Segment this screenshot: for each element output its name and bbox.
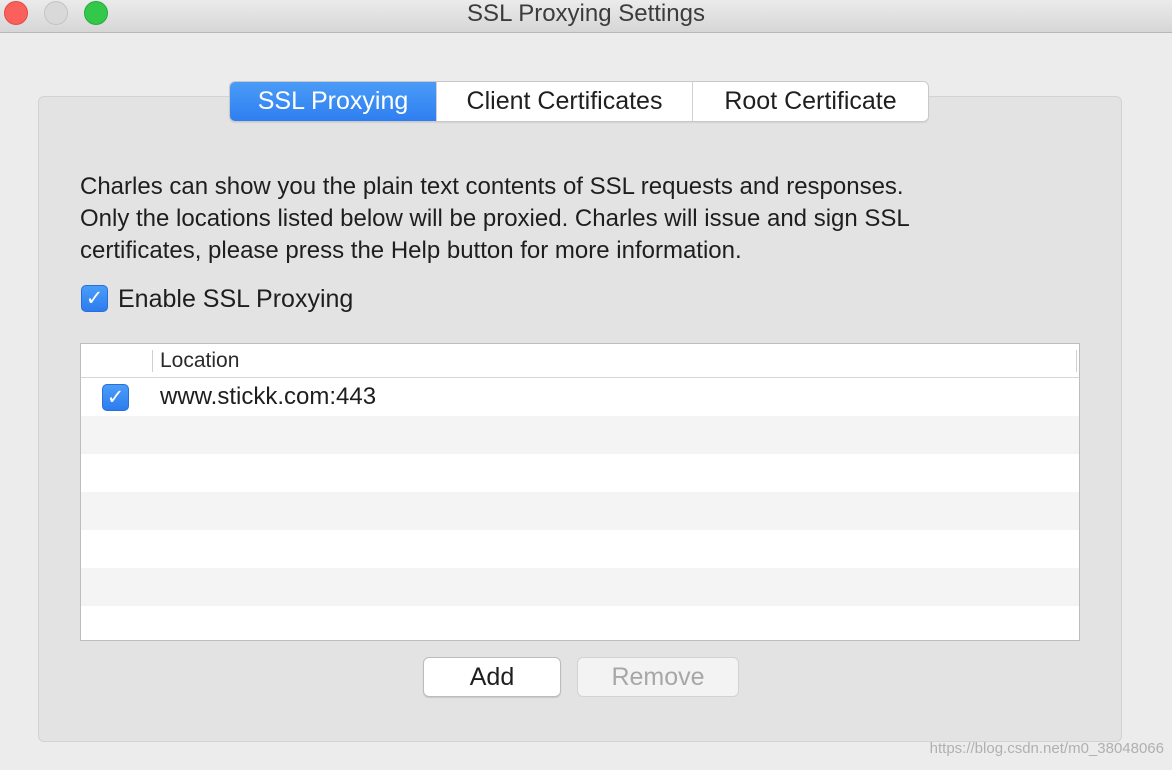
remove-button[interactable]: Remove <box>577 657 739 697</box>
empty-row <box>81 416 1079 454</box>
enable-ssl-proxying-label[interactable]: Enable SSL Proxying <box>118 283 353 315</box>
enable-ssl-proxying-checkbox[interactable]: ✓ <box>81 285 108 312</box>
tab-root-certificate[interactable]: Root Certificate <box>692 82 928 121</box>
description-line: Charles can show you the plain text cont… <box>80 173 904 200</box>
description-line: Only the locations listed below will be … <box>80 205 910 232</box>
empty-row <box>81 454 1079 492</box>
empty-row <box>81 606 1079 640</box>
table-row[interactable]: ✓ www.stickk.com:443 <box>81 378 1079 416</box>
table-header: Location <box>81 344 1079 378</box>
locations-table: Location ✓ www.stickk.com:443 <box>80 343 1080 641</box>
empty-row <box>81 530 1079 568</box>
column-header-location[interactable]: Location <box>160 347 239 375</box>
location-cell: www.stickk.com:443 <box>160 383 377 410</box>
title-bar: SSL Proxying Settings <box>0 0 1172 33</box>
description-text: Charles can show you the plain text cont… <box>80 171 1080 267</box>
row-enabled-checkbox[interactable]: ✓ <box>102 384 129 411</box>
column-separator[interactable] <box>152 350 153 372</box>
add-button[interactable]: Add <box>423 657 561 697</box>
checkmark-icon: ✓ <box>85 287 104 310</box>
empty-row <box>81 492 1079 530</box>
column-separator[interactable] <box>1076 350 1077 372</box>
tab-ssl-proxying[interactable]: SSL Proxying <box>230 82 436 121</box>
tab-client-certificates[interactable]: Client Certificates <box>436 82 692 121</box>
tab-bar: SSL Proxying Client Certificates Root Ce… <box>229 81 929 122</box>
empty-row <box>81 568 1079 606</box>
ssl-proxying-settings-window: SSL Proxying Settings SSL Proxying Clien… <box>0 0 1172 770</box>
window-title: SSL Proxying Settings <box>467 0 705 27</box>
watermark-text: https://blog.csdn.net/m0_38048066 <box>929 740 1164 757</box>
checkmark-icon: ✓ <box>106 386 125 409</box>
description-line: certificates, please press the Help butt… <box>80 237 742 264</box>
